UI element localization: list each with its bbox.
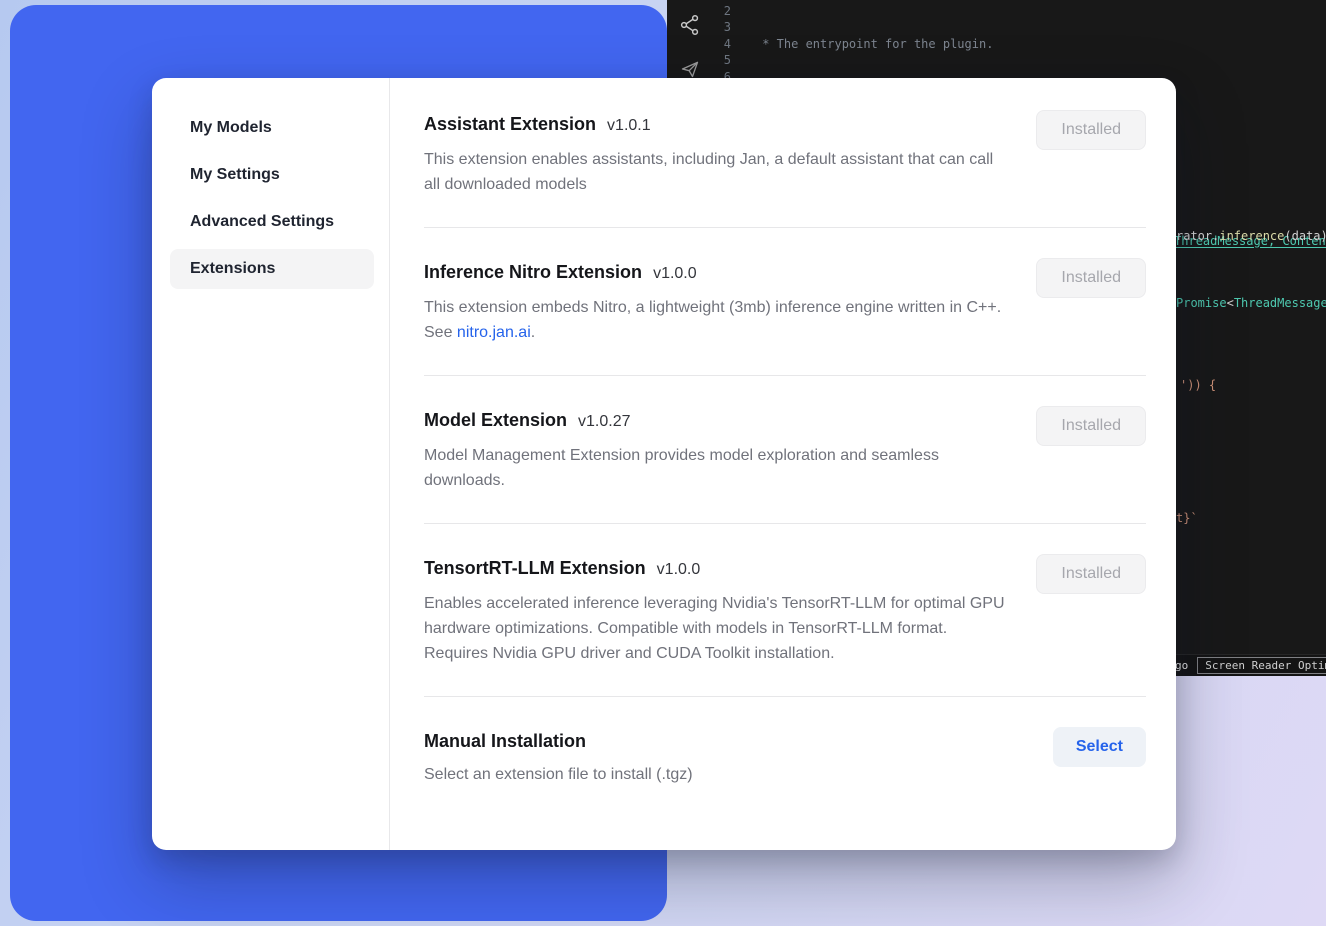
- installed-button[interactable]: Installed: [1036, 110, 1146, 150]
- nitro-link[interactable]: nitro.jan.ai: [457, 324, 531, 341]
- divider: [424, 523, 1146, 524]
- installed-button[interactable]: Installed: [1036, 258, 1146, 298]
- settings-sidebar: My Models My Settings Advanced Settings …: [152, 78, 390, 850]
- installed-button[interactable]: Installed: [1036, 554, 1146, 594]
- code-fragment: ')) {: [1180, 378, 1216, 392]
- manual-installation-title: Manual Installation: [424, 727, 586, 755]
- status-text: go: [1175, 659, 1188, 672]
- select-file-button[interactable]: Select: [1053, 727, 1146, 767]
- extension-title: Assistant Extension: [424, 110, 596, 138]
- share-icon: [679, 14, 701, 39]
- screen-reader-chip: Screen Reader Optimized: [1197, 657, 1326, 674]
- extension-row-model: Model Extension v1.0.27 Model Management…: [424, 406, 1146, 493]
- extension-version: v1.0.0: [657, 556, 701, 584]
- manual-installation-description: Select an extension file to install (.tg…: [424, 762, 693, 787]
- installed-button[interactable]: Installed: [1036, 406, 1146, 446]
- extension-row-tensorrt: TensortRT-LLM Extension v1.0.0 Enables a…: [424, 554, 1146, 666]
- extension-description: This extension embeds Nitro, a lightweig…: [424, 295, 1009, 345]
- settings-modal: My Models My Settings Advanced Settings …: [152, 78, 1176, 850]
- code-fragment: Promise<ThreadMessage>: [1176, 296, 1326, 310]
- code-fragment: rator.inference(data));: [1176, 229, 1326, 243]
- divider: [424, 375, 1146, 376]
- sidebar-item-advanced-settings[interactable]: Advanced Settings: [170, 202, 374, 242]
- extension-description: This extension enables assistants, inclu…: [424, 147, 1009, 197]
- divider: [424, 227, 1146, 228]
- extensions-panel: Assistant Extension v1.0.1 This extensio…: [390, 78, 1176, 850]
- sidebar-item-extensions[interactable]: Extensions: [170, 249, 374, 289]
- manual-installation-row: Manual Installation Select an extension …: [424, 727, 1146, 787]
- extension-version: v1.0.0: [653, 260, 697, 288]
- extension-description: Enables accelerated inference leveraging…: [424, 591, 1009, 666]
- code-fragment: t}`: [1176, 511, 1198, 525]
- line-numbers: 2 3 4 5 6: [703, 3, 731, 85]
- extension-title: Model Extension: [424, 406, 567, 434]
- extension-version: v1.0.27: [578, 408, 630, 436]
- divider: [424, 696, 1146, 697]
- code-line: * The entrypoint for the plugin.: [755, 36, 1326, 52]
- extension-title: TensortRT-LLM Extension: [424, 554, 646, 582]
- extension-row-assistant: Assistant Extension v1.0.1 This extensio…: [424, 110, 1146, 197]
- page-background: 2 3 4 5 6 * The entrypoint for the plugi…: [0, 0, 1326, 926]
- extension-title: Inference Nitro Extension: [424, 258, 642, 286]
- sidebar-item-my-settings[interactable]: My Settings: [170, 155, 374, 195]
- sidebar-item-my-models[interactable]: My Models: [170, 108, 374, 148]
- extension-description: Model Management Extension provides mode…: [424, 443, 1009, 493]
- extension-version: v1.0.1: [607, 112, 651, 140]
- extension-row-nitro: Inference Nitro Extension v1.0.0 This ex…: [424, 258, 1146, 345]
